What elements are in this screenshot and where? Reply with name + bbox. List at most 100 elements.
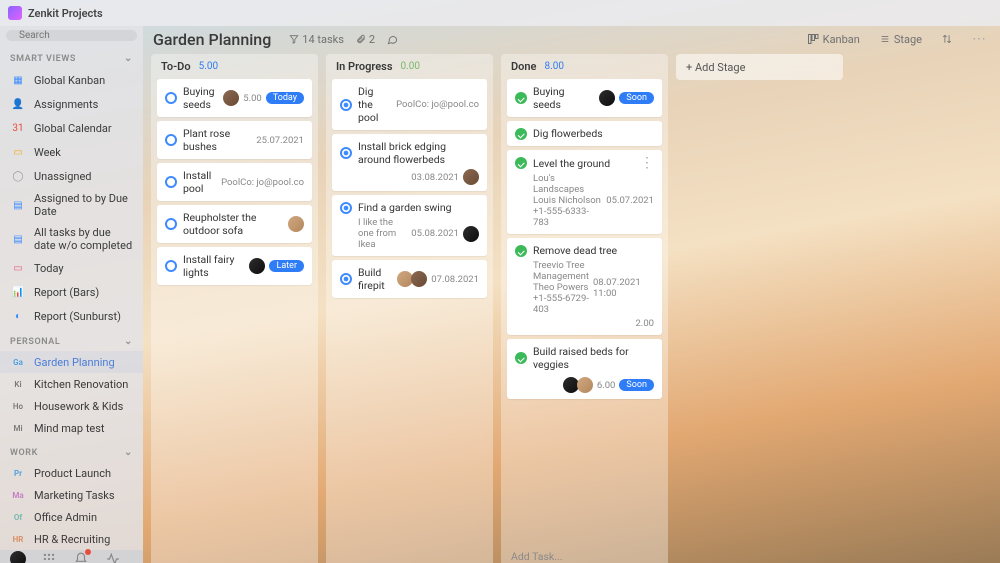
task-card[interactable]: Dig flowerbeds <box>507 121 662 146</box>
task-card[interactable]: Buying seeds5.00Today <box>157 79 312 117</box>
filter-tasks[interactable]: 14 tasks <box>289 33 344 46</box>
sidebar-item-project[interactable]: KiKitchen Renovation <box>0 373 143 395</box>
status-icon[interactable] <box>165 134 177 146</box>
status-icon[interactable] <box>340 202 352 214</box>
card-subline: 03.08.2021 <box>340 169 479 185</box>
status-icon[interactable] <box>515 157 527 169</box>
task-card[interactable]: Level the ground⋮Lou's Landscapes Louis … <box>507 150 662 234</box>
board-title: Garden Planning <box>153 30 271 49</box>
assignee-avatar[interactable] <box>249 258 265 274</box>
task-card[interactable]: Dig the poolPoolCo: jo@pool.co <box>332 79 487 130</box>
status-icon[interactable] <box>515 92 527 104</box>
assignee-avatar[interactable] <box>577 377 593 393</box>
card-note: Lou's Landscapes Louis Nicholson +1-555-… <box>533 173 602 228</box>
assignee-avatar[interactable] <box>463 226 479 242</box>
card-more-icon[interactable]: ⋮ <box>640 156 654 170</box>
sidebar-item-smartview[interactable]: ▭Week <box>0 140 143 164</box>
task-card[interactable]: Plant rose bushes25.07.2021 <box>157 121 312 159</box>
sidebar-item-smartview[interactable]: 31Global Calendar <box>0 116 143 140</box>
add-task-input[interactable]: Add Task... <box>501 544 668 563</box>
search-box[interactable] <box>6 30 137 41</box>
task-card[interactable]: Remove dead treeTreevio Tree Management … <box>507 238 662 335</box>
sidebar-item-smartview[interactable]: ▤All tasks by due date w/o completed <box>0 222 143 256</box>
sidebar-item-smartview[interactable]: ◐Report (Sunburst) <box>0 304 143 328</box>
column-header[interactable]: Done8.00 <box>501 54 668 79</box>
user-avatar[interactable] <box>10 551 26 563</box>
sidebar-item-project[interactable]: MaMarketing Tasks <box>0 484 143 506</box>
search-input[interactable] <box>19 30 143 41</box>
task-card[interactable]: Buying seedsSoon <box>507 79 662 117</box>
status-icon[interactable] <box>515 352 527 364</box>
sort-button[interactable] <box>938 31 956 47</box>
status-icon[interactable] <box>165 92 177 104</box>
card-note: I like the one from Ikea <box>358 217 407 250</box>
status-icon[interactable] <box>340 99 352 111</box>
sidebar-item-label: HR & Recruiting <box>34 533 110 546</box>
sidebar-item-project[interactable]: GaGarden Planning <box>0 351 143 373</box>
stage-icon <box>880 34 890 44</box>
tag-pill[interactable]: Soon <box>619 92 654 104</box>
tag-pill[interactable]: Today <box>266 92 304 104</box>
assignee-avatar[interactable] <box>288 216 304 232</box>
sidebar-item-smartview[interactable]: ▤Assigned to by Due Date <box>0 188 143 222</box>
apps-icon[interactable] <box>40 550 58 563</box>
task-card[interactable]: Install fairy lightsLater <box>157 247 312 285</box>
sidebar-item-smartview[interactable]: ▭Today <box>0 256 143 280</box>
chat-icon-button[interactable] <box>387 34 398 45</box>
tag-pill[interactable]: Soon <box>619 379 654 391</box>
card-meta: PoolCo: jo@pool.co <box>221 177 304 188</box>
task-card[interactable]: Install brick edging around flowerbeds03… <box>332 134 487 191</box>
activity-icon[interactable] <box>104 550 122 563</box>
sidebar-item-project[interactable]: OfOffice Admin <box>0 506 143 528</box>
nav-icon: ▭ <box>10 144 26 160</box>
status-icon[interactable] <box>340 273 352 285</box>
sidebar-item-project[interactable]: MiMind map test <box>0 417 143 439</box>
nav-icon: 📊 <box>10 284 26 300</box>
more-menu[interactable]: ⋯ <box>968 30 990 48</box>
notifications-icon[interactable] <box>72 550 90 563</box>
task-card[interactable]: Find a garden swingI like the one from I… <box>332 195 487 256</box>
assignee-avatar[interactable] <box>223 90 239 106</box>
section-personal[interactable]: PERSONAL ⌄ <box>0 328 143 351</box>
sidebar-item-project[interactable]: PrProduct Launch <box>0 462 143 484</box>
sidebar-item-project[interactable]: HoHousework & Kids <box>0 395 143 417</box>
cards-list: Buying seedsSoon Dig flowerbeds Level the … <box>501 79 668 405</box>
sidebar-item-smartview[interactable]: ◯Unassigned <box>0 164 143 188</box>
sidebar-item-smartview[interactable]: ▦Global Kanban <box>0 68 143 92</box>
nav-icon: 👤 <box>10 96 26 112</box>
assignee-avatar[interactable] <box>599 90 615 106</box>
column-header[interactable]: In Progress0.00 <box>326 54 493 79</box>
card-title: Plant rose bushes <box>183 127 250 153</box>
column-header[interactable]: To-Do5.00 <box>151 54 318 79</box>
sidebar-item-smartview[interactable]: 👤Assignments <box>0 92 143 116</box>
card-date: 05.08.2021 <box>411 228 459 239</box>
status-icon[interactable] <box>165 218 177 230</box>
card-value: 2.00 <box>635 318 654 329</box>
board-header: Garden Planning 14 tasks 2 Kanban Stage <box>143 26 1000 52</box>
group-stage[interactable]: Stage <box>876 31 926 48</box>
status-icon[interactable] <box>515 245 527 257</box>
tag-pill[interactable]: Later <box>269 260 304 272</box>
cards-list: Dig the poolPoolCo: jo@pool.coInstall br… <box>326 79 493 304</box>
assignee-avatar[interactable] <box>411 271 427 287</box>
sidebar-item-smartview[interactable]: 📊Report (Bars) <box>0 280 143 304</box>
task-card[interactable]: Reupholster the outdoor sofa <box>157 205 312 243</box>
add-stage-button[interactable]: + Add Stage <box>676 54 843 80</box>
status-icon[interactable] <box>165 260 177 272</box>
nav-icon: ▤ <box>10 231 26 247</box>
task-card[interactable]: Build raised beds for veggies6.00Soon <box>507 339 662 399</box>
status-icon[interactable] <box>340 147 352 159</box>
app-logo <box>8 6 22 20</box>
task-card[interactable]: Install poolPoolCo: jo@pool.co <box>157 163 312 201</box>
chevron-down-icon: ⌄ <box>124 336 133 347</box>
section-work[interactable]: WORK ⌄ <box>0 439 143 462</box>
status-icon[interactable] <box>165 176 177 188</box>
status-icon[interactable] <box>515 128 527 140</box>
assignee-avatar[interactable] <box>463 169 479 185</box>
task-card[interactable]: Build firepit07.08.2021 <box>332 260 487 298</box>
attachments-count[interactable]: 2 <box>356 33 375 46</box>
section-smart-views[interactable]: SMART VIEWS ⌄ <box>0 45 143 68</box>
view-kanban[interactable]: Kanban <box>803 31 864 48</box>
sidebar-item-project[interactable]: HRHR & Recruiting <box>0 528 143 550</box>
card-title: Build raised beds for veggies <box>533 345 648 371</box>
